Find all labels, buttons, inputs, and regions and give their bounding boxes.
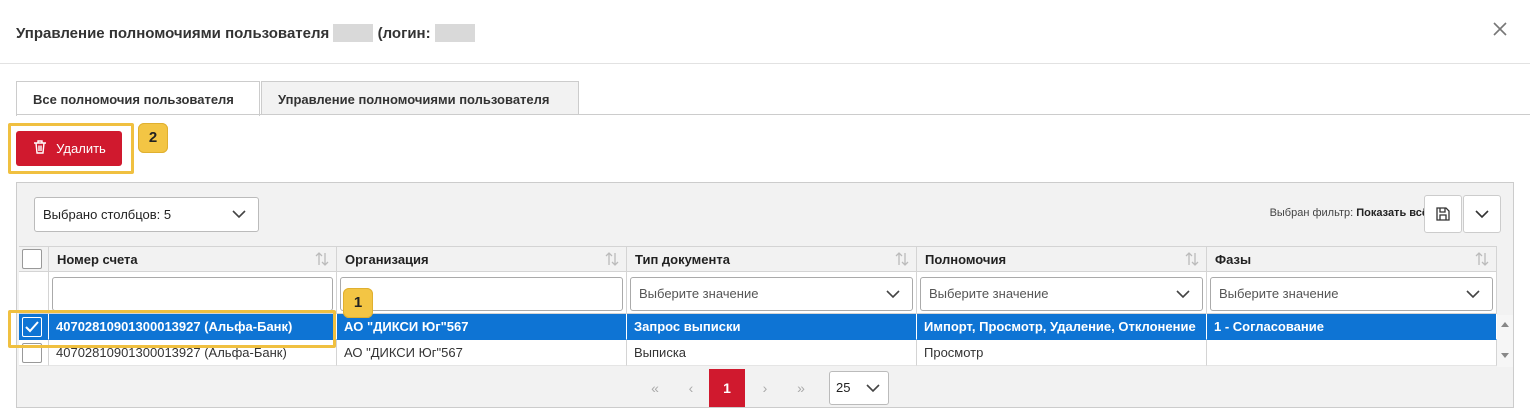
- sort-icon: [1475, 252, 1489, 266]
- cell-rights: Просмотр: [917, 340, 1207, 366]
- page-size-value: 25: [836, 380, 851, 395]
- modal-header: Управление полномочиями пользователя (ло…: [0, 0, 1530, 64]
- chevron-down-icon: [866, 384, 880, 393]
- filter-doc-type-cell: Выберите значение: [627, 272, 917, 314]
- rights-filter-select[interactable]: Выберите значение: [920, 277, 1203, 311]
- page-size-select[interactable]: 25: [829, 371, 889, 405]
- grid: Выбрано столбцов: 5 Выбран фильтр: Показ…: [16, 182, 1514, 408]
- delete-button[interactable]: Удалить: [16, 131, 122, 166]
- header-rights-label: Полномочия: [925, 252, 1007, 267]
- organization-filter-input[interactable]: [340, 277, 623, 311]
- chevron-down-icon: [1475, 210, 1489, 219]
- cell-rights: Импорт, Просмотр, Удаление, Отклонение: [917, 314, 1207, 340]
- sort-icon: [1185, 252, 1199, 266]
- doc-type-filter-placeholder: Выберите значение: [639, 286, 759, 301]
- pagination: « ‹ 1 › » 25: [17, 369, 1513, 407]
- rights-filter-placeholder: Выберите значение: [929, 286, 1049, 301]
- chevron-down-icon: [1466, 290, 1480, 299]
- current-page-button[interactable]: 1: [709, 369, 745, 407]
- account-filter-input[interactable]: [52, 277, 333, 311]
- columns-select-value: Выбрано столбцов: 5: [43, 207, 172, 222]
- last-page-button[interactable]: »: [783, 369, 819, 407]
- table-filter-row: Выберите значение Выберите значение Выбе…: [19, 272, 1497, 314]
- save-filter-button[interactable]: [1424, 195, 1462, 233]
- filter-value: Показать всё: [1356, 207, 1428, 219]
- filter-account-cell: [49, 272, 337, 314]
- table-scrollbar[interactable]: [1497, 315, 1513, 367]
- chevron-down-icon: [232, 210, 246, 219]
- header-doc-type[interactable]: Тип документа: [627, 246, 917, 272]
- table-header-row: Номер счета Организация Тип документа По…: [19, 246, 1497, 272]
- header-organization-label: Организация: [345, 252, 429, 267]
- header-select-cell: [19, 246, 49, 272]
- header-phase-label: Фазы: [1215, 252, 1252, 267]
- chevron-down-icon: [886, 290, 900, 299]
- filter-info: Выбран фильтр: Показать всё: [1270, 207, 1428, 219]
- doc-type-filter-select[interactable]: Выберите значение: [630, 277, 913, 311]
- tab-manage-permissions[interactable]: Управление полномочиями пользователя: [261, 81, 579, 115]
- login-prefix: (логин:: [377, 25, 431, 42]
- filter-phase-cell: Выберите значение: [1207, 272, 1497, 314]
- modal-title: Управление полномочиями пользователя (ло…: [16, 24, 475, 42]
- save-icon: [1436, 207, 1450, 221]
- cell-phase: 1 - Согласование: [1207, 314, 1497, 340]
- masked-login: [434, 24, 475, 42]
- next-page-button[interactable]: ›: [747, 369, 783, 407]
- scroll-up-icon: [1501, 322, 1509, 327]
- header-account[interactable]: Номер счета: [49, 246, 337, 272]
- step-badge-1: 1: [343, 288, 373, 318]
- masked-username: [333, 24, 374, 42]
- first-page-button[interactable]: «: [637, 369, 673, 407]
- cell-organization: АО "ДИКСИ Юг"567: [337, 314, 627, 340]
- sort-icon: [605, 252, 619, 266]
- phase-filter-select[interactable]: Выберите значение: [1210, 277, 1493, 311]
- filter-organization-cell: [337, 272, 627, 314]
- filter-rights-cell: Выберите значение: [917, 272, 1207, 314]
- header-account-label: Номер счета: [57, 252, 138, 267]
- prev-page-button[interactable]: ‹: [673, 369, 709, 407]
- columns-select[interactable]: Выбрано столбцов: 5: [34, 197, 259, 232]
- close-icon[interactable]: [1490, 20, 1510, 40]
- cell-doc-type: Запрос выписки: [627, 314, 917, 340]
- filter-empty-cell: [19, 272, 49, 314]
- sort-icon: [895, 252, 909, 266]
- sort-icon: [315, 252, 329, 266]
- scroll-down-icon: [1501, 353, 1509, 358]
- header-phase[interactable]: Фазы: [1207, 246, 1497, 272]
- cell-phase: [1207, 340, 1497, 366]
- step-badge-2: 2: [138, 123, 168, 153]
- delete-button-label: Удалить: [56, 141, 106, 156]
- trash-icon: [32, 139, 48, 158]
- select-all-checkbox[interactable]: [22, 249, 42, 269]
- chevron-down-icon: [1176, 290, 1190, 299]
- filter-menu-button[interactable]: [1463, 195, 1501, 233]
- header-rights[interactable]: Полномочия: [917, 246, 1207, 272]
- phase-filter-placeholder: Выберите значение: [1219, 286, 1339, 301]
- header-doc-type-label: Тип документа: [635, 252, 730, 267]
- modal-title-text: Управление полномочиями пользователя: [16, 25, 330, 42]
- filter-label: Выбран фильтр:: [1269, 207, 1354, 219]
- tab-all-permissions[interactable]: Все полномочия пользователя: [16, 81, 260, 116]
- tabs-divider: [16, 114, 1530, 115]
- cell-doc-type: Выписка: [627, 340, 917, 366]
- cell-organization: АО "ДИКСИ Юг"567: [337, 340, 627, 366]
- highlight-selected-row: [8, 310, 336, 348]
- header-organization[interactable]: Организация: [337, 246, 627, 272]
